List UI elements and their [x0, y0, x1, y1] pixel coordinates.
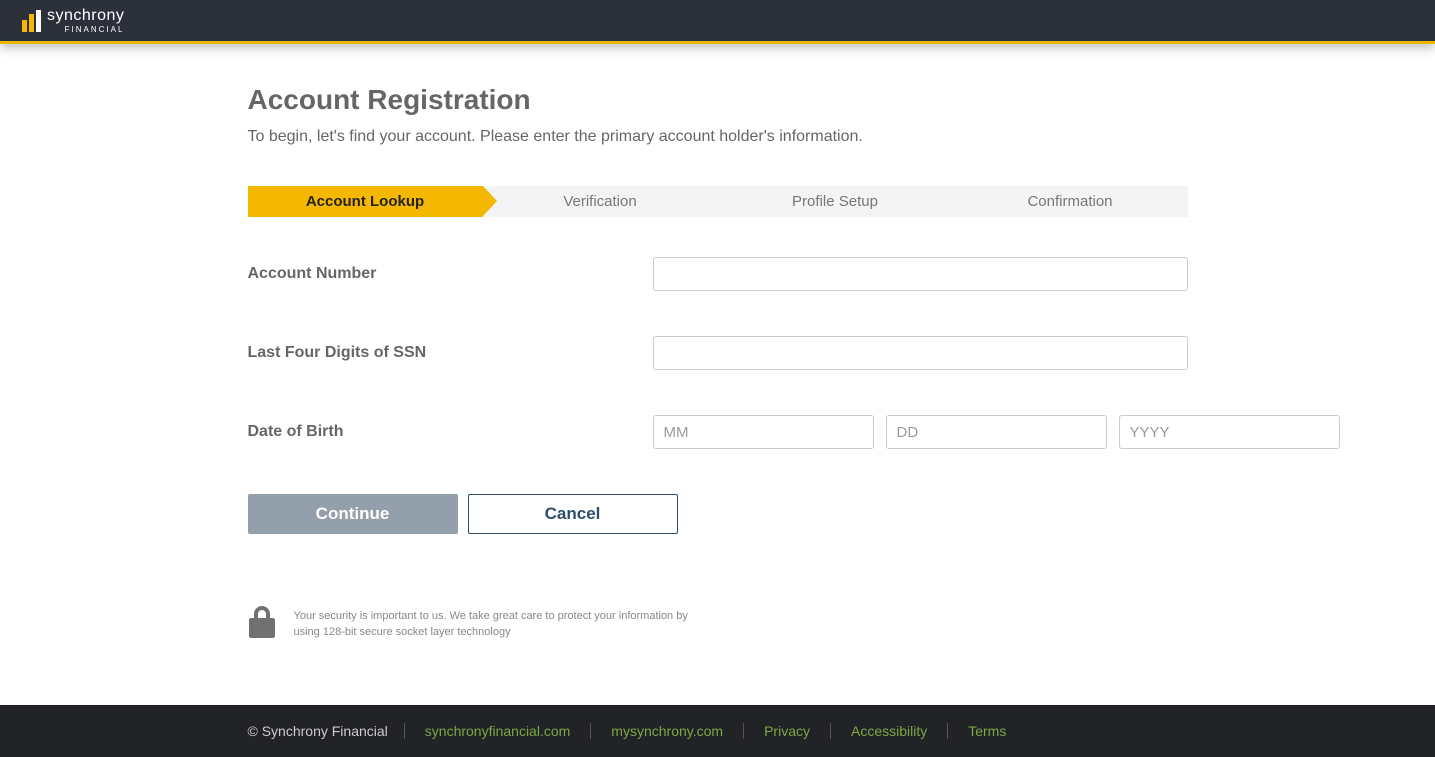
logo-brand: synchrony [47, 8, 124, 24]
ssn-last4-input[interactable] [653, 336, 1188, 370]
footer: © Synchrony Financial synchronyfinancial… [0, 705, 1435, 757]
step-confirmation: Confirmation [953, 186, 1188, 217]
step-account-lookup: Account Lookup [248, 186, 483, 217]
dob-year-input[interactable] [1119, 415, 1340, 449]
page-title: Account Registration [248, 84, 1188, 116]
account-number-input[interactable] [653, 257, 1188, 291]
step-tabs: Account Lookup Verification Profile Setu… [248, 186, 1188, 217]
security-message: Your security is important to us. We tak… [294, 609, 694, 640]
step-verification: Verification [483, 186, 718, 217]
lock-icon [248, 604, 276, 645]
dob-label: Date of Birth [248, 423, 653, 441]
dob-month-input[interactable] [653, 415, 874, 449]
continue-button[interactable]: Continue [248, 494, 458, 534]
step-profile-setup: Profile Setup [718, 186, 953, 217]
account-number-label: Account Number [248, 265, 653, 283]
logo-bars-icon [22, 10, 41, 32]
ssn-last4-label: Last Four Digits of SSN [248, 344, 653, 362]
cancel-button[interactable]: Cancel [468, 494, 678, 534]
header: synchrony FINANCIAL [0, 0, 1435, 44]
logo[interactable]: synchrony FINANCIAL [22, 8, 124, 34]
dob-day-input[interactable] [886, 415, 1107, 449]
logo-sub: FINANCIAL [47, 26, 124, 34]
page-subtitle: To begin, let's find your account. Pleas… [248, 128, 1188, 146]
